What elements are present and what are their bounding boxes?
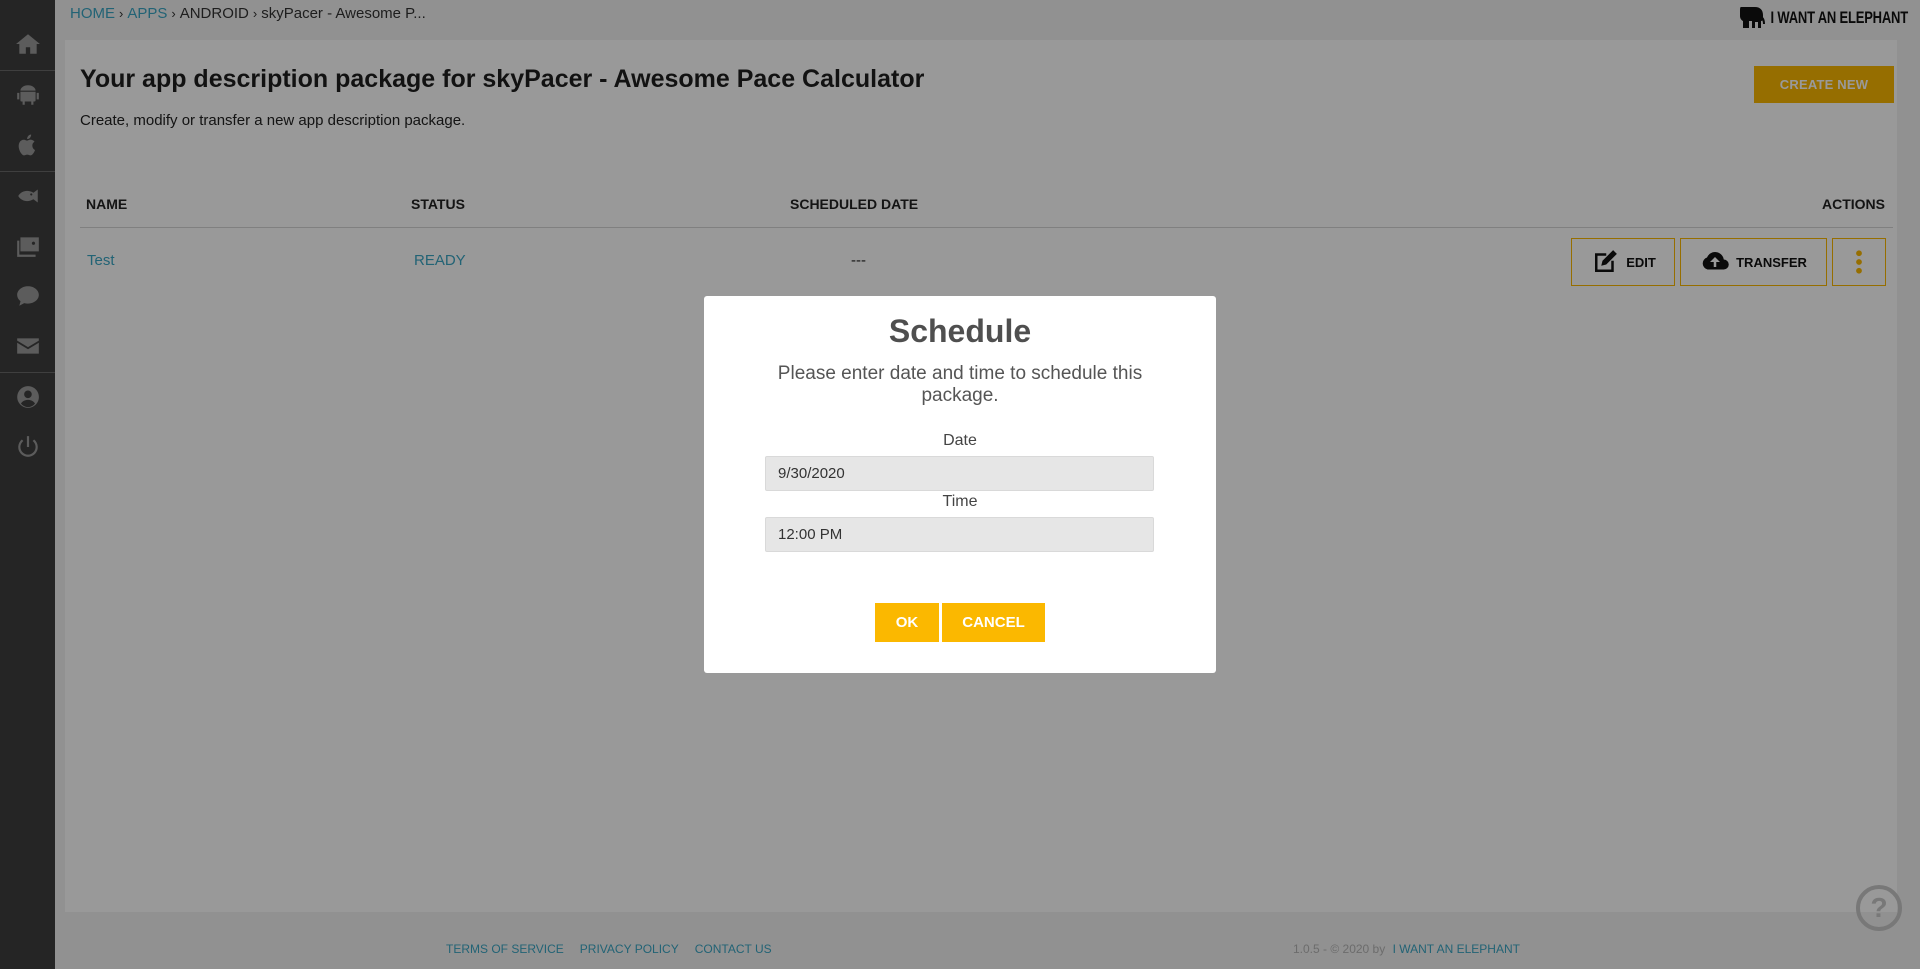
date-label: Date: [943, 432, 977, 449]
ok-button[interactable]: OK: [875, 603, 939, 642]
time-input[interactable]: [765, 517, 1154, 552]
time-label: Time: [942, 493, 978, 510]
schedule-dialog: Schedule Please enter date and time to s…: [704, 296, 1216, 673]
dialog-message: Please enter date and time to schedule t…: [777, 363, 1143, 406]
cancel-button[interactable]: CANCEL: [942, 603, 1045, 642]
date-input[interactable]: [765, 456, 1154, 491]
dialog-title: Schedule: [888, 313, 1032, 349]
app-root: HOME › APPS › ANDROID › skyPacer - Aweso…: [0, 0, 1920, 969]
